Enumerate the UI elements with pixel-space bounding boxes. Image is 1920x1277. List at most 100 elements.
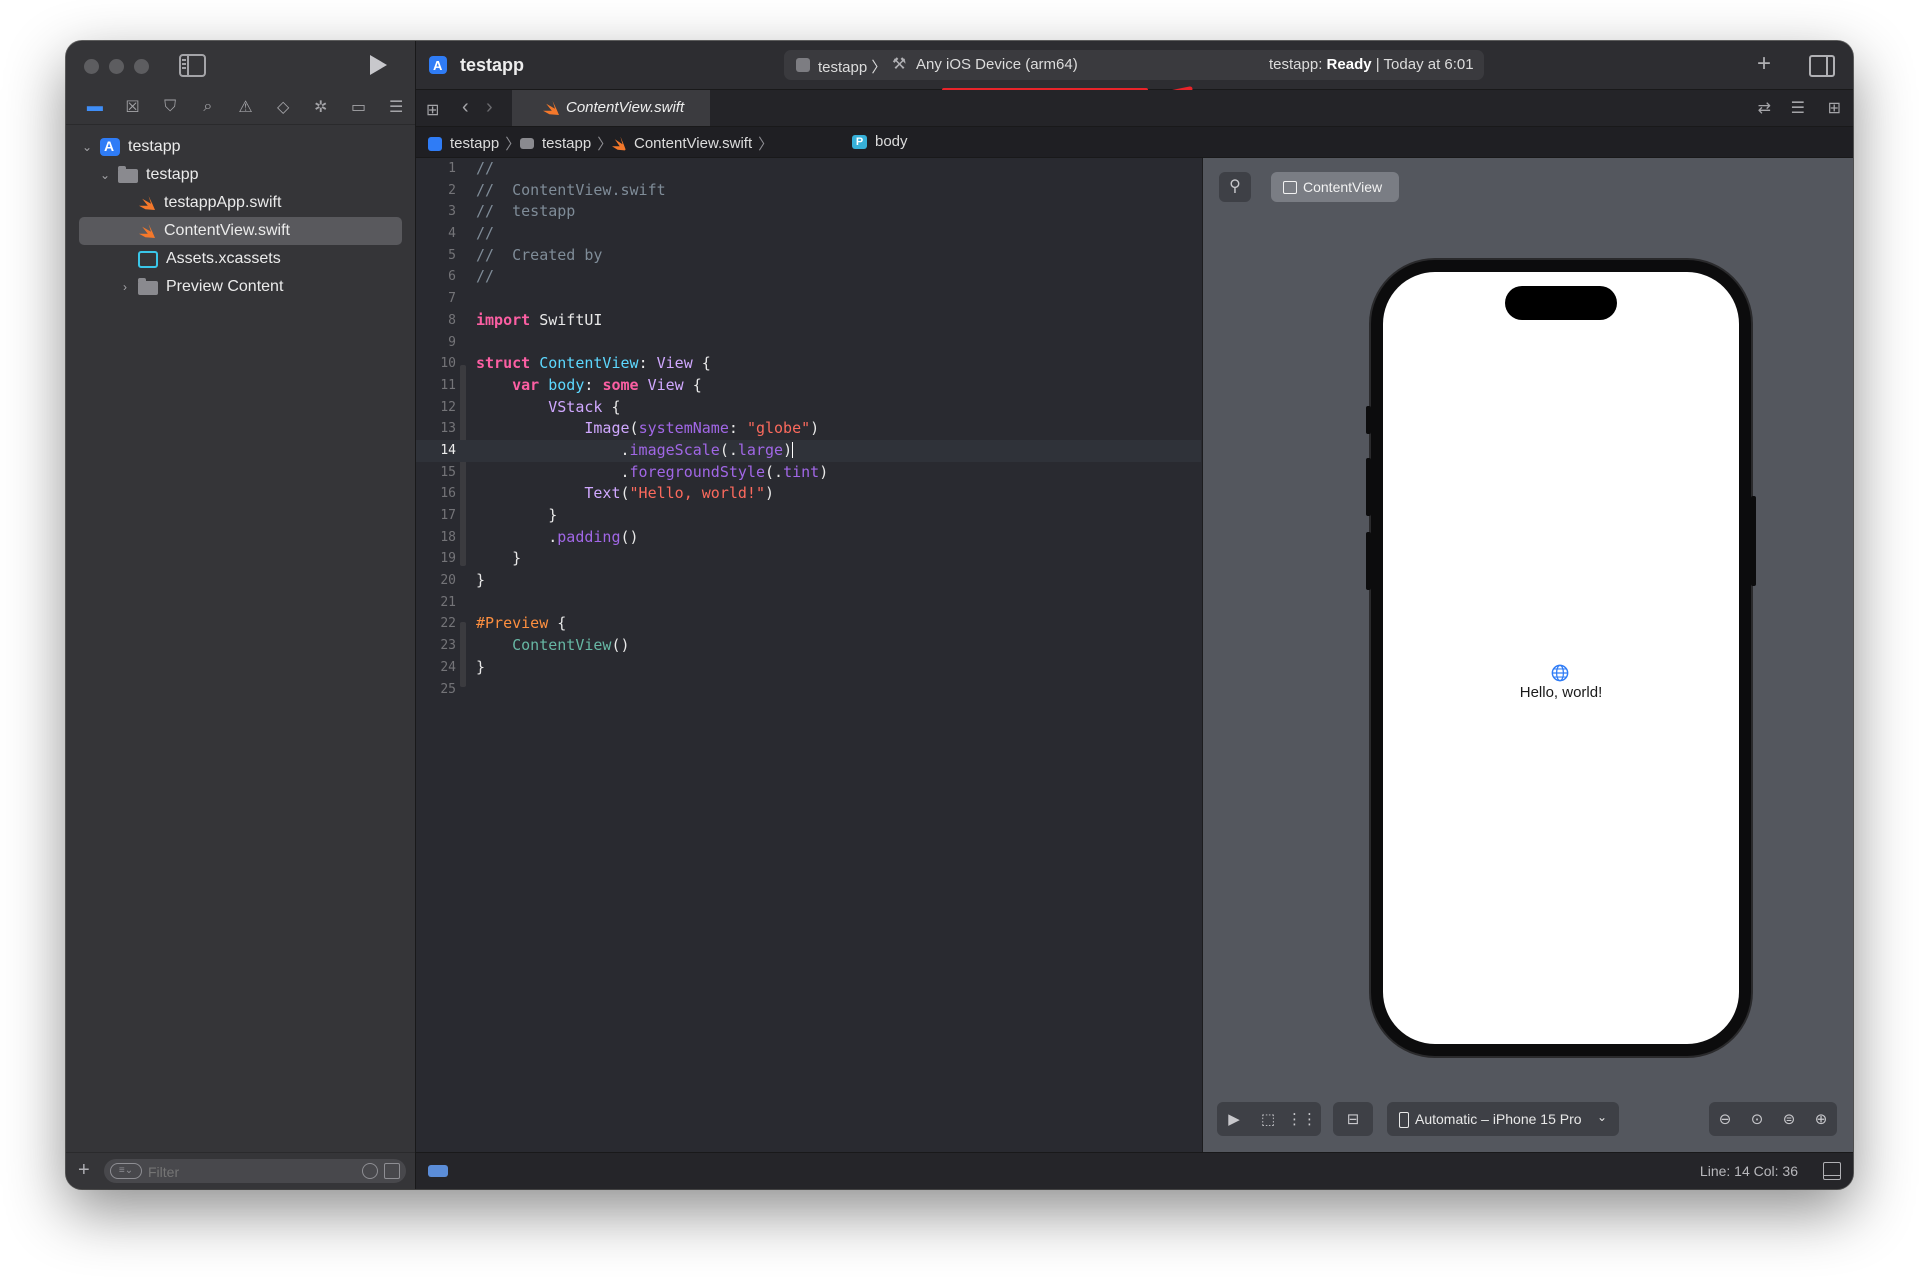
code-line[interactable]: 13 Image(systemName: "globe") [416,418,1201,440]
breadcrumb-symbol[interactable]: P body [852,133,908,150]
code-line[interactable]: 22 #Preview { [416,613,1201,635]
tree-item-project[interactable]: ⌄ testapp [66,133,415,161]
report-icon[interactable]: ☰ [377,93,415,121]
selectable-mode-icon[interactable]: ⬚ [1251,1110,1285,1128]
forward-chevron-icon[interactable]: › [486,96,493,119]
test-icon[interactable]: ◇ [264,93,302,121]
filter-options-icon[interactable]: ≡⌄ [110,1163,142,1179]
tree-item-assets[interactable]: Assets.xcassets [66,245,415,273]
back-chevron-icon[interactable]: ‹ [462,96,469,119]
code-line[interactable]: 16 Text("Hello, world!") [416,483,1201,505]
source-editor[interactable]: 1 // 2 // ContentView.swift 3 // testapp 4 // 5 /… [416,158,1201,1152]
close-window-button[interactable] [84,59,99,74]
scheme-target-button[interactable]: testapp 〉 [818,56,886,77]
editor-options-icon[interactable]: ☰ [1791,98,1805,118]
live-preview-icon[interactable]: ▶ [1217,1110,1251,1128]
chevron-down-icon[interactable]: ⌄ [98,168,112,182]
device-screen[interactable]: Hello, world! [1383,272,1739,1044]
code-line[interactable]: 1 // [416,158,1201,180]
navigator-filter-bar: + ≡⌄ [66,1152,415,1189]
zoom-out-icon[interactable]: ⊖ [1709,1110,1741,1128]
code-line[interactable]: 7 [416,288,1201,310]
tree-item-preview-content[interactable]: › Preview Content [66,273,415,301]
preview-name-chip[interactable]: ContentView [1271,172,1399,202]
tree-item-testappapp-swift[interactable]: testappApp.swift [66,189,415,217]
filter-input[interactable] [146,1161,350,1183]
warning-icon[interactable]: ⚠ [227,93,265,121]
library-plus-icon[interactable]: + [1757,50,1771,78]
code-token: padding [557,527,621,546]
breakpoint-icon[interactable]: ▭ [340,93,378,121]
code-line[interactable]: 24} [416,657,1201,679]
inspector-toggle-icon[interactable] [1809,55,1835,77]
zoom-to-fit-icon[interactable]: ⊜ [1773,1110,1805,1128]
sidebar-toggle-icon[interactable] [179,54,206,77]
code-text: // [476,223,494,245]
debug-icon[interactable]: ✲ [302,93,340,121]
tree-item-folder-testapp[interactable]: ⌄ testapp [66,161,415,189]
source-control-icon[interactable]: ☒ [114,93,152,121]
add-file-plus-icon[interactable]: + [78,1159,90,1182]
bookmark-icon[interactable]: ⛉ [151,93,189,121]
breadcrumb-file[interactable]: ContentView.swift 〉 [612,133,773,154]
folder-icon[interactable]: ▬ [76,93,114,121]
code-line[interactable]: 23 ContentView() [416,635,1201,657]
code-line[interactable]: 15 .foregroundStyle(.tint) [416,462,1201,484]
zoom-window-button[interactable] [134,59,149,74]
breadcrumb-project[interactable]: testapp 〉 [428,133,520,154]
device-selector[interactable]: Automatic – iPhone 15 Pro ⌄ [1387,1102,1619,1136]
code-line[interactable]: 19 } [416,548,1201,570]
run-icon[interactable] [370,55,387,75]
code-line[interactable]: 25 [416,679,1201,701]
zoom-in-icon[interactable]: ⊕ [1805,1110,1837,1128]
code-line[interactable]: 3 // testapp [416,201,1201,223]
pin-preview-icon[interactable]: ⚲ [1219,172,1251,202]
breadcrumb-label: testapp [542,135,592,152]
code-text: } [476,657,485,679]
source-control-filter-icon[interactable] [384,1163,400,1179]
code-line[interactable]: 21 [416,592,1201,614]
status-project-label: testapp: [1269,56,1323,73]
show-debug-panel-icon[interactable] [1823,1162,1841,1180]
code-token: { [602,397,621,416]
code-token: imageScale [629,440,720,459]
code-line[interactable]: 5 // Created by [416,245,1201,267]
tree-item-contentview-swift[interactable]: ContentView.swift [79,217,402,245]
line-number: 23 [440,638,456,654]
code-line[interactable]: 4 // [416,223,1201,245]
code-line[interactable]: 20} [416,570,1201,592]
code-line[interactable]: 6 // [416,266,1201,288]
breadcrumb-folder[interactable]: testapp 〉 [520,133,612,154]
chevron-down-icon: ⌄ [1596,1110,1607,1124]
variants-grid-icon[interactable]: ⋮⋮ [1285,1110,1319,1128]
code-token: ( [620,484,630,503]
tab-contentview-swift[interactable]: ContentView.swift [512,90,710,126]
code-token: { [683,375,702,394]
code-line[interactable]: 10 struct ContentView: View { [416,353,1201,375]
minimize-window-button[interactable] [109,59,124,74]
tree-item-label: testappApp.swift [164,194,282,211]
code-line[interactable]: 17 } [416,505,1201,527]
code-line[interactable]: 9 [416,332,1201,354]
code-line[interactable]: 2 // ContentView.swift [416,180,1201,202]
find-icon[interactable]: ⌕ [189,93,227,121]
swap-editor-icon[interactable]: ⇄ [1758,98,1771,118]
zoom-actual-size-icon[interactable]: ⊙ [1741,1110,1773,1128]
chevron-down-icon[interactable]: ⌄ [80,140,94,154]
chevron-right-icon[interactable]: › [118,280,132,294]
debug-area-toggle-icon[interactable] [428,1165,448,1177]
code-line[interactable]: 8 import SwiftUI [416,310,1201,332]
add-editor-icon[interactable]: ⊞ [1828,98,1841,118]
run-destination-button[interactable]: Any iOS Device (arm64) [916,56,1078,73]
code-line[interactable]: 11 var body: some View { [416,375,1201,397]
swift-file-icon [542,100,560,116]
related-items-grid-icon[interactable]: ⊞ [426,100,439,120]
code-token: foregroundStyle [629,462,765,481]
device-settings-icon[interactable]: ⊟ [1333,1110,1373,1128]
code-line[interactable]: 18 .padding() [416,527,1201,549]
code-line[interactable]: 14 .imageScale(.large) [416,439,1201,462]
code-token: ) [765,484,775,503]
code-line[interactable]: 12 VStack { [416,397,1201,419]
recent-files-clock-icon[interactable] [362,1163,378,1179]
